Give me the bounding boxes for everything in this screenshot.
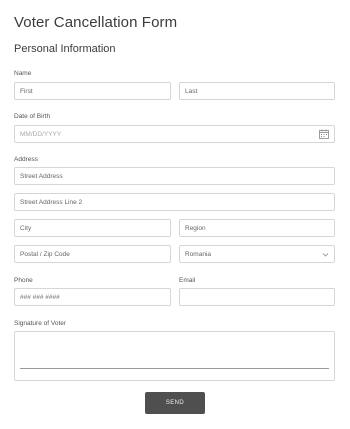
last-name-placeholder: Last	[185, 87, 198, 95]
dob-placeholder: MM/DD/YYYY	[20, 130, 62, 138]
section-heading: Personal Information	[14, 43, 116, 55]
last-name-input[interactable]: Last	[179, 82, 335, 100]
calendar-icon[interactable]	[319, 129, 329, 139]
first-name-input[interactable]: First	[14, 82, 171, 100]
dob-label: Date of Birth	[14, 113, 51, 120]
street-address-line2-input[interactable]: Street Address Line 2	[14, 193, 335, 211]
first-name-placeholder: First	[20, 87, 33, 95]
form-title: Voter Cancellation Form	[14, 14, 178, 31]
address-label: Address	[14, 156, 38, 163]
region-input[interactable]: Region	[179, 219, 335, 237]
signature-baseline	[20, 368, 329, 369]
signature-label: Signature of Voter	[14, 320, 67, 327]
country-value: Romania	[185, 250, 212, 258]
email-label: Email	[179, 277, 196, 284]
email-input[interactable]	[179, 288, 335, 306]
postal-code-input[interactable]: Postal / Zip Code	[14, 245, 171, 263]
postal-code-placeholder: Postal / Zip Code	[20, 250, 70, 258]
city-placeholder: City	[20, 224, 32, 232]
country-select[interactable]: Romania	[179, 245, 335, 263]
signature-pad[interactable]	[14, 331, 335, 381]
dob-input[interactable]: MM/DD/YYYY	[14, 125, 335, 143]
street-address-placeholder: Street Address	[20, 172, 63, 180]
chevron-down-icon[interactable]	[322, 251, 329, 258]
region-placeholder: Region	[185, 224, 206, 232]
street-address-input[interactable]: Street Address	[14, 167, 335, 185]
city-input[interactable]: City	[14, 219, 171, 237]
phone-placeholder: ### ### ####	[20, 293, 60, 301]
name-label: Name	[14, 70, 32, 77]
send-button[interactable]: SEND	[145, 392, 205, 414]
street-address-line2-placeholder: Street Address Line 2	[20, 198, 83, 206]
phone-label: Phone	[14, 277, 33, 284]
phone-input[interactable]: ### ### ####	[14, 288, 171, 306]
